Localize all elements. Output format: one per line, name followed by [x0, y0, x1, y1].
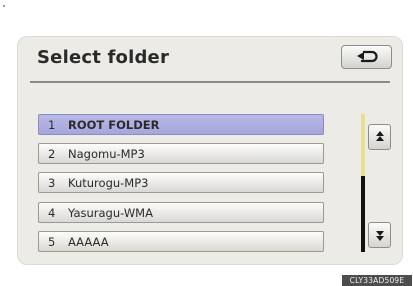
scroll-down-button[interactable]: [368, 222, 391, 248]
select-folder-screen: Select folder 1 ROOT FOLDER 2 Nagomu-MP3…: [17, 36, 403, 265]
scroll-up-button[interactable]: [368, 124, 391, 150]
title-divider: [30, 81, 390, 83]
folder-row-3[interactable]: 3 Kuturogu-MP3: [38, 172, 324, 193]
scrollbar-thumb[interactable]: [361, 114, 365, 176]
folder-number: 2: [48, 146, 56, 161]
folder-name: ROOT FOLDER: [68, 117, 160, 132]
folder-row-1[interactable]: 1 ROOT FOLDER: [38, 114, 324, 135]
scrollbar-track[interactable]: [361, 114, 365, 252]
folder-name: AAAAA: [68, 234, 109, 249]
folder-number: 3: [48, 175, 56, 190]
scroll-up-icon: [375, 131, 384, 141]
folder-number: 1: [48, 117, 56, 132]
folder-number: 4: [48, 205, 56, 220]
folder-name: Kuturogu-MP3: [68, 175, 149, 190]
return-arrow-icon: [356, 50, 378, 63]
back-button[interactable]: [341, 45, 392, 69]
scroll-down-icon: [375, 231, 384, 241]
folder-row-2[interactable]: 2 Nagomu-MP3: [38, 143, 324, 164]
folder-row-4[interactable]: 4 Yasuragu-WMA: [38, 202, 324, 223]
folder-row-5[interactable]: 5 AAAAA: [38, 231, 324, 252]
folder-name: Yasuragu-WMA: [68, 205, 153, 220]
folder-name: Nagomu-MP3: [68, 146, 145, 161]
figure-caption: CLY33AD509E: [342, 275, 412, 286]
corner-dot: [3, 5, 5, 7]
folder-number: 5: [48, 234, 56, 249]
page-title: Select folder: [37, 47, 170, 68]
header: Select folder: [18, 37, 402, 79]
